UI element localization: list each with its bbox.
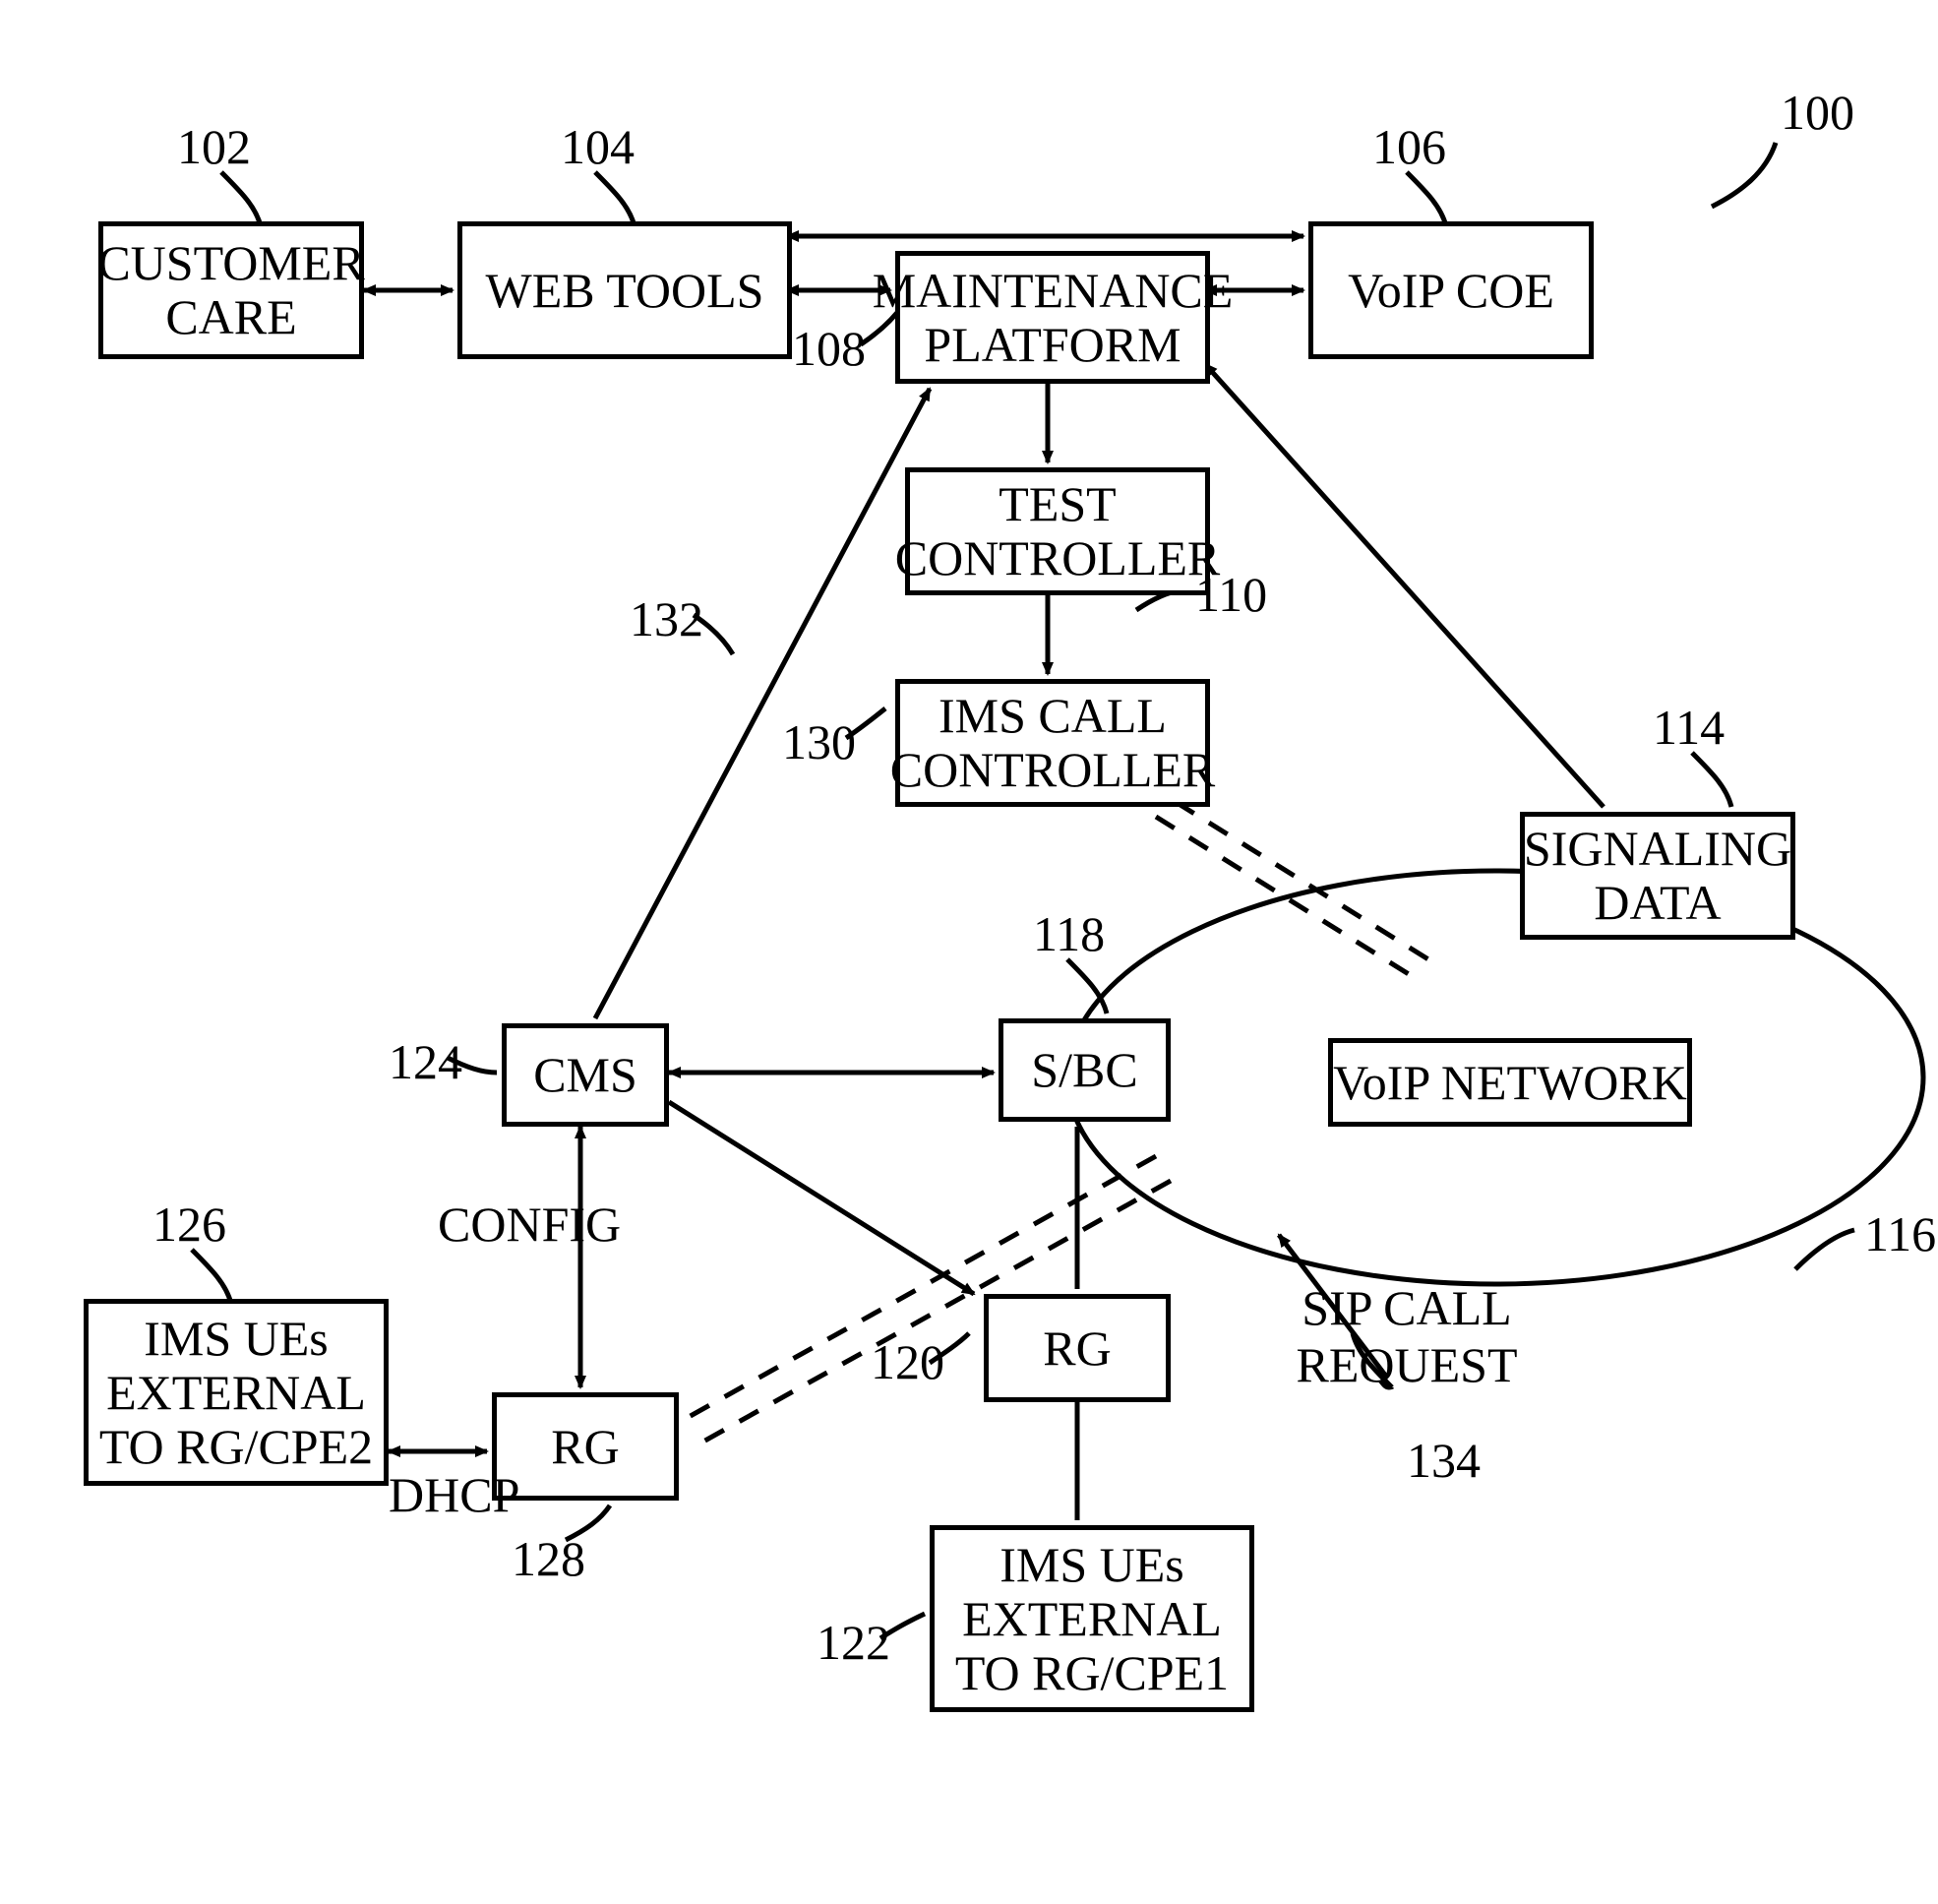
ref-106: 106 xyxy=(1372,118,1446,175)
ref-132: 132 xyxy=(630,590,703,647)
label: VoIP COE xyxy=(1348,264,1554,318)
box-voip-network: VoIP NETWORK xyxy=(1328,1038,1692,1127)
label: RG xyxy=(1043,1321,1111,1376)
box-customer-care: CUSTOMER CARE xyxy=(98,221,364,359)
box-rg1: RG xyxy=(984,1294,1171,1402)
box-signaling-data: SIGNALING DATA xyxy=(1520,812,1795,940)
label: CUSTOMER CARE xyxy=(97,236,364,344)
ref-108: 108 xyxy=(792,320,866,377)
label-config: CONFIG xyxy=(438,1196,621,1253)
label: RG xyxy=(551,1420,619,1474)
box-ims-call-controller: IMS CALL CONTROLLER xyxy=(895,679,1210,807)
box-maintenance: MAINTENANCE PLATFORM xyxy=(895,251,1210,384)
ref-114: 114 xyxy=(1653,699,1725,756)
ref-134: 134 xyxy=(1407,1432,1481,1489)
label: SIGNALING DATA xyxy=(1524,822,1791,930)
label: CMS xyxy=(533,1048,637,1102)
box-voip-coe: VoIP COE xyxy=(1308,221,1594,359)
ref-120: 120 xyxy=(871,1333,944,1390)
label-sip-call-request: SIP CALL REQUEST xyxy=(1279,1279,1535,1393)
ref-122: 122 xyxy=(817,1614,890,1671)
label: IMS UEs EXTERNAL TO RG/CPE1 xyxy=(935,1538,1249,1700)
ref-110: 110 xyxy=(1195,566,1267,623)
diagram-stage: CUSTOMER CARE WEB TOOLS MAINTENANCE PLAT… xyxy=(0,0,1938,1904)
label: TEST CONTROLLER xyxy=(895,477,1221,585)
label: VoIP NETWORK xyxy=(1333,1056,1687,1110)
ref-118: 118 xyxy=(1033,905,1105,962)
label: IMS CALL CONTROLLER xyxy=(890,689,1216,797)
label: S/BC xyxy=(1031,1043,1137,1097)
ref-128: 128 xyxy=(512,1530,585,1587)
ref-124: 124 xyxy=(389,1033,462,1090)
ref-104: 104 xyxy=(561,118,635,175)
ref-102: 102 xyxy=(177,118,251,175)
box-test-controller: TEST CONTROLLER xyxy=(905,467,1210,595)
ref-126: 126 xyxy=(152,1196,226,1253)
box-sbc: S/BC xyxy=(999,1018,1171,1122)
box-cms: CMS xyxy=(502,1023,669,1127)
ref-116: 116 xyxy=(1864,1205,1936,1262)
ref-130: 130 xyxy=(782,713,856,770)
box-web-tools: WEB TOOLS xyxy=(457,221,792,359)
label-dhcp: DHCP xyxy=(389,1466,519,1523)
box-ue2: IMS UEs EXTERNAL TO RG/CPE2 xyxy=(84,1299,389,1486)
ref-100: 100 xyxy=(1781,84,1854,141)
box-rg2: RG xyxy=(492,1392,679,1501)
label: MAINTENANCE PLATFORM xyxy=(873,264,1234,372)
label: IMS UEs EXTERNAL TO RG/CPE2 xyxy=(89,1312,384,1474)
label: WEB TOOLS xyxy=(486,264,764,318)
box-ue1: IMS UEs EXTERNAL TO RG/CPE1 xyxy=(930,1525,1254,1712)
